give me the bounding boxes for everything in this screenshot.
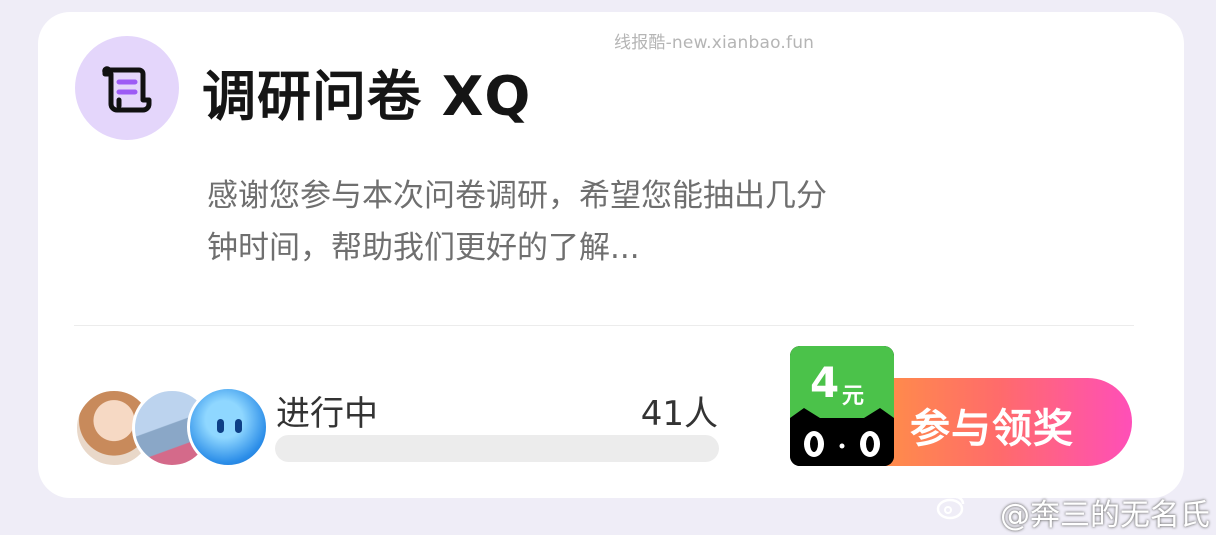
badge-unit: 元: [842, 384, 865, 409]
status-text: 进行中: [276, 394, 378, 434]
badge-amount: 4: [810, 358, 840, 407]
weibo-watermark: @奔三的无名氏: [1000, 498, 1210, 533]
survey-description: 感谢您参与本次问卷调研，希望您能抽出几分钟时间，帮助我们更好的了解...: [207, 178, 827, 266]
avatar: [187, 386, 269, 468]
survey-logo: [75, 36, 179, 140]
progress-bar: [275, 435, 719, 462]
survey-title: 调研问卷 XQ: [202, 65, 532, 128]
mascot-eye: [235, 419, 242, 433]
mascot-eye: [217, 419, 224, 433]
participant-count: 41人: [640, 394, 718, 434]
claim-reward-label: 参与领奖: [910, 406, 1074, 452]
scroll-icon: [102, 66, 152, 113]
tmall-cat-icon: [790, 408, 894, 466]
reward-badge[interactable]: 4 元: [790, 346, 894, 466]
divider: [74, 325, 1134, 326]
watermark-text: 线报酷-new.xianbao.fun: [614, 33, 815, 53]
